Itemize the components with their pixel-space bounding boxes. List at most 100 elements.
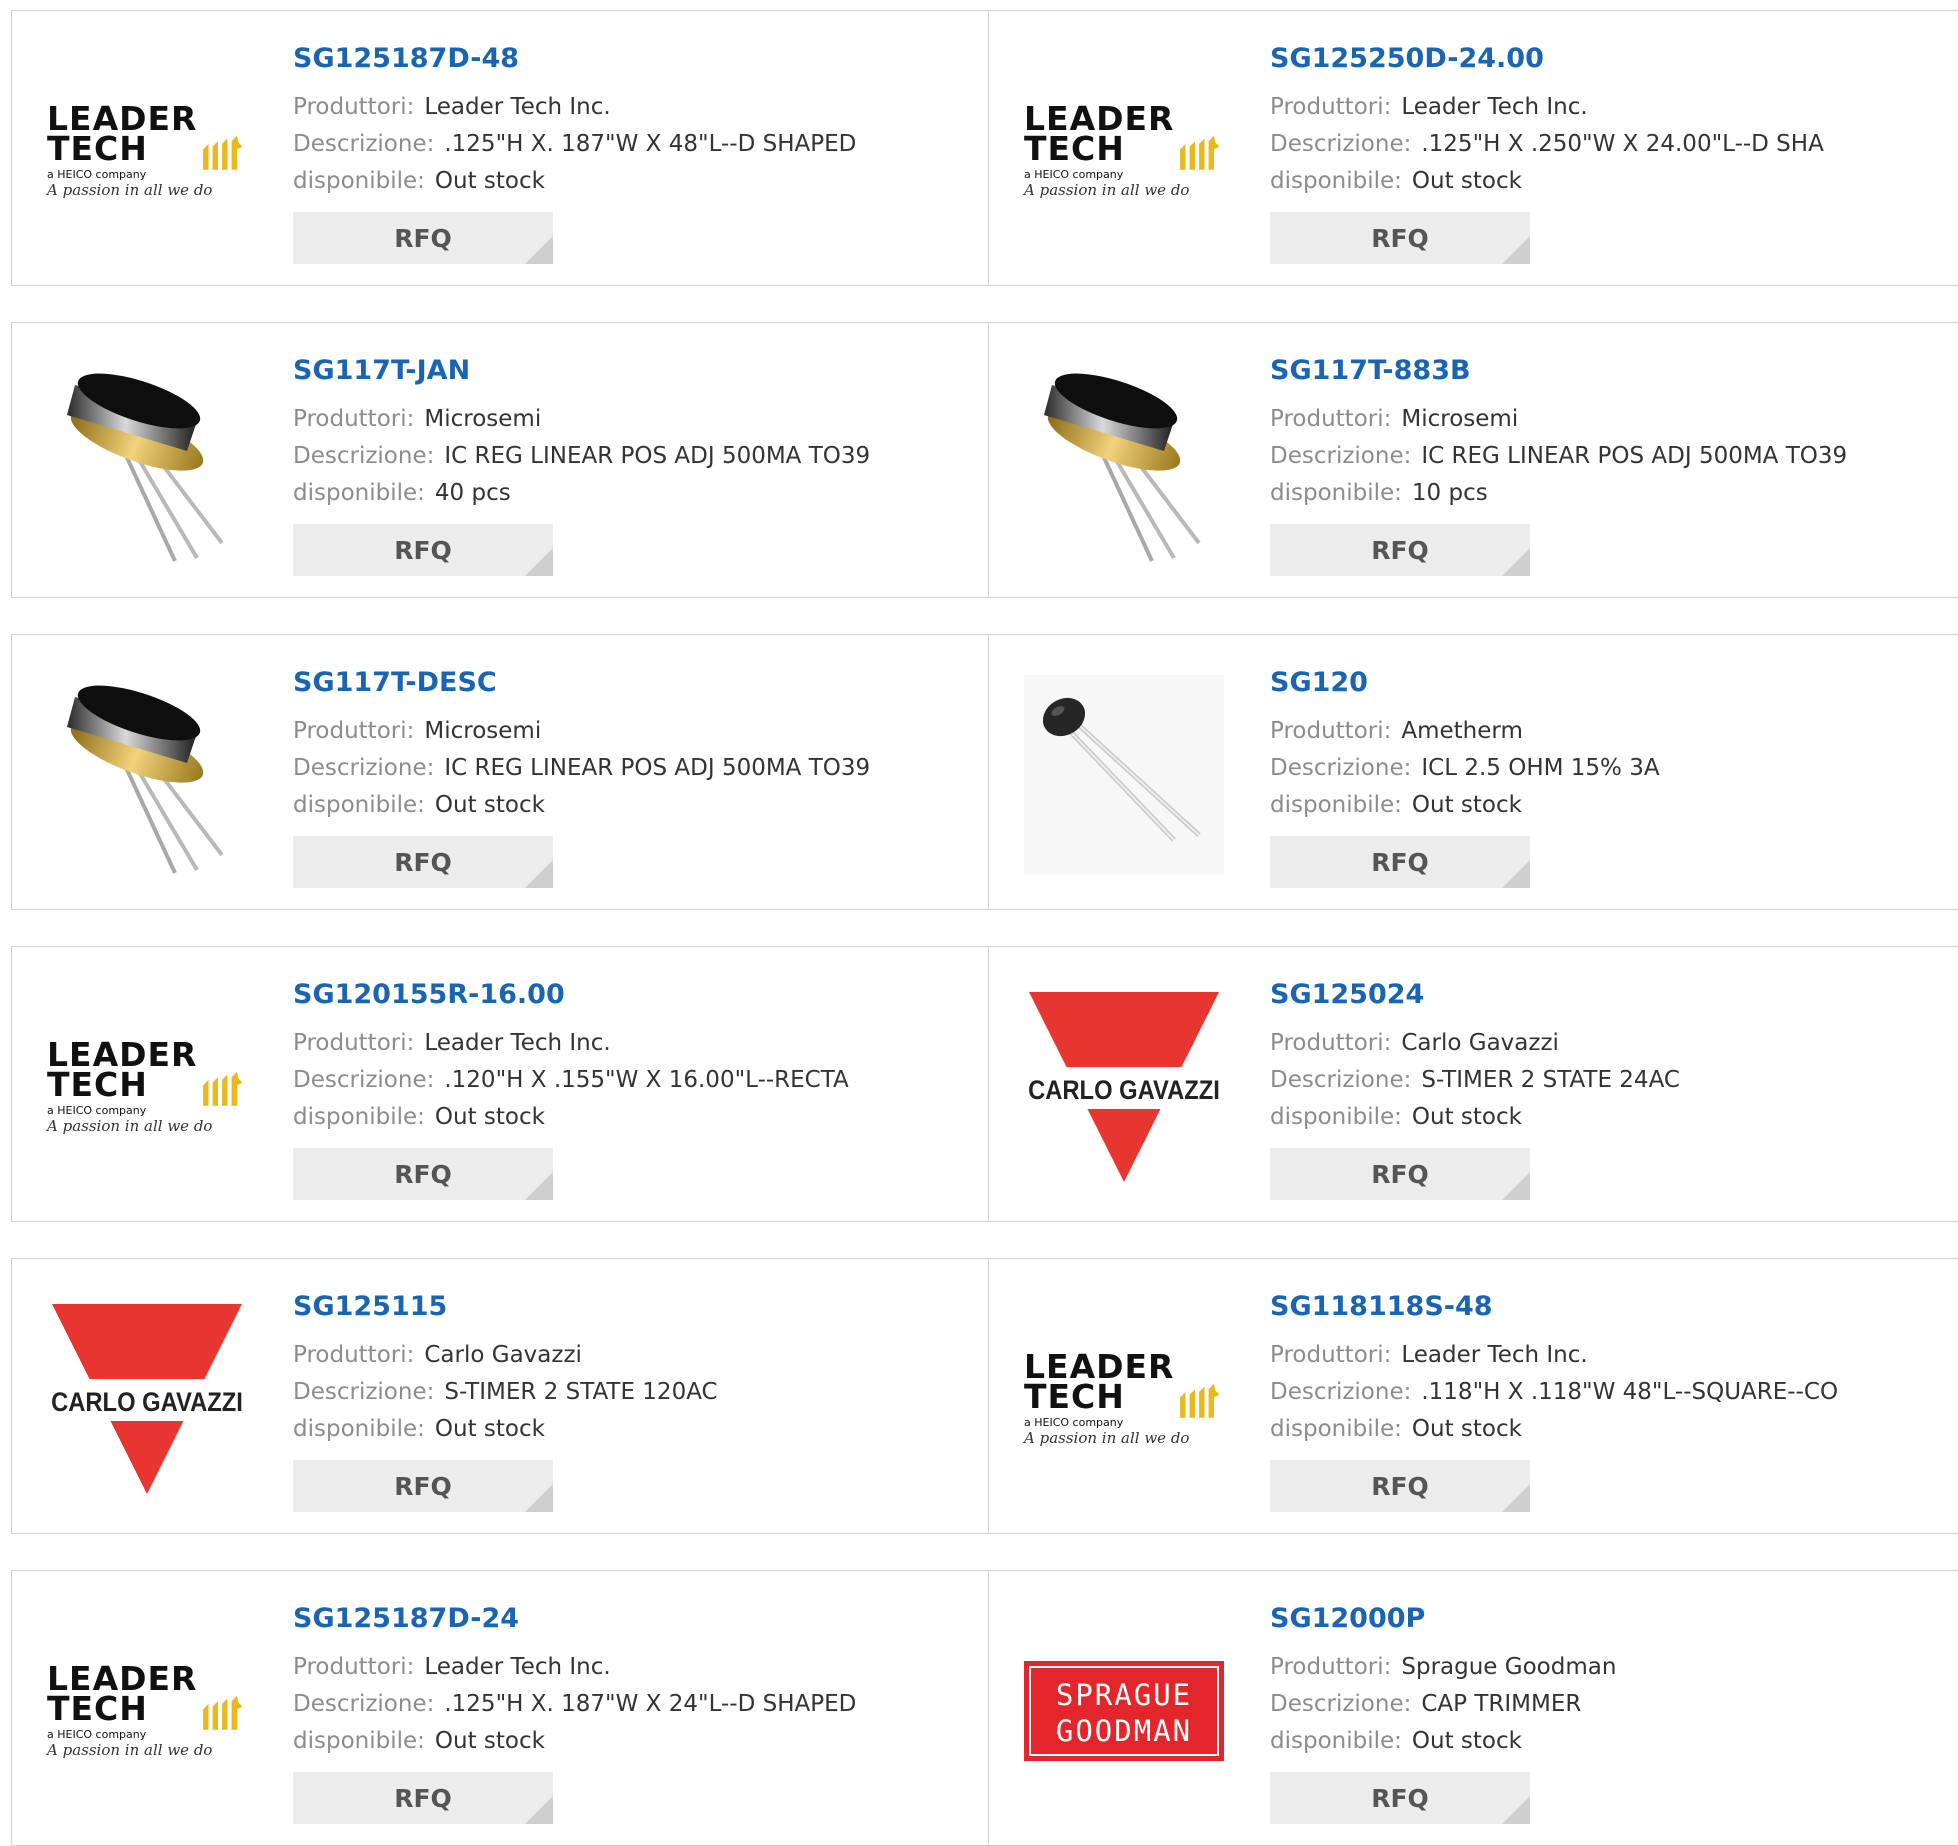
description-label: Descrizione: xyxy=(293,1379,435,1405)
manufacturer-label: Produttori: xyxy=(293,718,415,744)
product-part-number-link[interactable]: SG125115 xyxy=(293,1289,718,1325)
description-row: Descrizione: IC REG LINEAR POS ADJ 500MA … xyxy=(293,438,870,475)
manufacturer-value: Carlo Gavazzi xyxy=(1401,1030,1559,1056)
availability-row: disponibile: Out stock xyxy=(293,787,870,824)
corner-triangle-icon xyxy=(1502,1484,1530,1512)
manufacturer-value: Ametherm xyxy=(1401,718,1523,744)
corner-triangle-icon xyxy=(525,1484,553,1512)
product-row: LEADER TECH a HEICO company A passion in al… xyxy=(11,10,1958,286)
description-row: Descrizione: CAP TRIMMER xyxy=(1270,1686,1616,1723)
product-part-number-link[interactable]: SG125187D-24 xyxy=(293,1601,856,1637)
description-label: Descrizione: xyxy=(1270,1067,1412,1093)
availability-value: Out stock xyxy=(434,1416,545,1442)
availability-value: Out stock xyxy=(434,1728,545,1754)
availability-row: disponibile: Out stock xyxy=(1270,1723,1616,1760)
leader-tech-logo: LEADER TECH a HEICO company A passion in al… xyxy=(47,102,247,199)
availability-value: Out stock xyxy=(434,1104,545,1130)
to39-package-image xyxy=(67,373,224,562)
product-card: LEADER TECH a HEICO company A passion in al… xyxy=(988,1259,1958,1533)
product-image[interactable] xyxy=(1024,363,1224,563)
description-row: Descrizione: ICL 2.5 OHM 15% 3A xyxy=(1270,750,1660,787)
description-row: Descrizione: IC REG LINEAR POS ADJ 500MA … xyxy=(293,750,870,787)
svg-text:SPRAGUE: SPRAGUE xyxy=(1056,1678,1192,1712)
manufacturer-value: Leader Tech Inc. xyxy=(424,1654,611,1680)
product-part-number-link[interactable]: SG120 xyxy=(1270,665,1660,701)
availability-value: Out stock xyxy=(1411,1728,1522,1754)
rfq-button[interactable]: RFQ xyxy=(293,1460,553,1512)
availability-row: disponibile: Out stock xyxy=(1270,787,1660,824)
description-row: Descrizione: .125"H X .250"W X 24.00"L--D… xyxy=(1270,126,1824,163)
product-image[interactable] xyxy=(1024,675,1224,875)
product-image[interactable]: LEADER TECH a HEICO company A passion in al… xyxy=(1024,1299,1224,1499)
manufacturer-row: Produttori: Microsemi xyxy=(293,401,870,438)
rfq-button[interactable]: RFQ xyxy=(293,1148,553,1200)
rfq-button[interactable]: RFQ xyxy=(293,836,553,888)
manufacturer-row: Produttori: Leader Tech Inc. xyxy=(293,1649,856,1686)
product-row: LEADER TECH a HEICO company A passion in al… xyxy=(11,946,1958,1222)
product-image[interactable]: LEADER TECH a HEICO company A passion in al… xyxy=(47,987,247,1187)
manufacturer-label: Produttori: xyxy=(1270,94,1392,120)
manufacturer-row: Produttori: Carlo Gavazzi xyxy=(293,1337,718,1374)
rfq-button-label: RFQ xyxy=(394,847,452,877)
manufacturer-row: Produttori: Leader Tech Inc. xyxy=(293,89,856,126)
product-card: SG120 Produttori: Ametherm Descrizione: ICL … xyxy=(988,635,1958,909)
description-value: ICL 2.5 OHM 15% 3A xyxy=(1421,755,1660,781)
manufacturer-label: Produttori: xyxy=(293,1030,415,1056)
description-value: .125"H X .250"W X 24.00"L--D SHA xyxy=(1421,131,1824,157)
rfq-button[interactable]: RFQ xyxy=(1270,1772,1530,1824)
product-part-number-link[interactable]: SG12000P xyxy=(1270,1601,1616,1637)
product-card: SG117T-883B Produttori: Microsemi Descrizio… xyxy=(988,323,1958,597)
rfq-button[interactable]: RFQ xyxy=(1270,1148,1530,1200)
availability-label: disponibile: xyxy=(1270,1416,1402,1442)
rfq-button[interactable]: RFQ xyxy=(293,1772,553,1824)
product-image[interactable] xyxy=(47,363,247,563)
corner-triangle-icon xyxy=(525,860,553,888)
carlo-gavazzi-logo: CARLO GAVAZZI xyxy=(47,1304,247,1494)
description-label: Descrizione: xyxy=(1270,131,1412,157)
description-row: Descrizione: .125"H X. 187"W X 48"L--D SH… xyxy=(293,126,856,163)
rfq-button[interactable]: RFQ xyxy=(1270,524,1530,576)
availability-row: disponibile: 10 pcs xyxy=(1270,475,1847,512)
product-part-number-link[interactable]: SG117T-JAN xyxy=(293,353,870,389)
product-info: SG117T-JAN Produttori: Microsemi Descrizion… xyxy=(293,353,870,512)
manufacturer-value: Leader Tech Inc. xyxy=(1401,1342,1588,1368)
manufacturer-label: Produttori: xyxy=(1270,406,1392,432)
product-part-number-link[interactable]: SG120155R-16.00 xyxy=(293,977,849,1013)
rfq-button[interactable]: RFQ xyxy=(293,212,553,264)
product-card: SPRAGUE GOODMAN SG12000P Produttori: Sprague… xyxy=(988,1571,1958,1845)
manufacturer-label: Produttori: xyxy=(293,94,415,120)
product-image[interactable]: LEADER TECH a HEICO company A passion in al… xyxy=(47,1611,247,1811)
description-value: .118"H X .118"W 48"L--SQUARE--CO xyxy=(1421,1379,1839,1405)
product-part-number-link[interactable]: SG118118S-48 xyxy=(1270,1289,1838,1325)
product-part-number-link[interactable]: SG125024 xyxy=(1270,977,1680,1013)
product-info: SG125250D-24.00 Produttori: Leader Tech In… xyxy=(1270,41,1824,200)
corner-triangle-icon xyxy=(525,1172,553,1200)
manufacturer-label: Produttori: xyxy=(1270,1342,1392,1368)
product-image[interactable]: SPRAGUE GOODMAN xyxy=(1024,1611,1224,1811)
product-image[interactable] xyxy=(47,675,247,875)
product-card: SG117T-JAN Produttori: Microsemi Descrizion… xyxy=(11,323,988,597)
manufacturer-label: Produttori: xyxy=(1270,1030,1392,1056)
product-part-number-link[interactable]: SG125250D-24.00 xyxy=(1270,41,1824,77)
rfq-button[interactable]: RFQ xyxy=(293,524,553,576)
manufacturer-row: Produttori: Carlo Gavazzi xyxy=(1270,1025,1680,1062)
manufacturer-value: Sprague Goodman xyxy=(1401,1654,1617,1680)
product-part-number-link[interactable]: SG117T-DESC xyxy=(293,665,870,701)
availability-label: disponibile: xyxy=(1270,1104,1402,1130)
svg-text:GOODMAN: GOODMAN xyxy=(1056,1714,1192,1748)
product-row: SG117T-JAN Produttori: Microsemi Descrizion… xyxy=(11,322,1958,598)
rfq-button[interactable]: RFQ xyxy=(1270,212,1530,264)
description-value: IC REG LINEAR POS ADJ 500MA TO39 xyxy=(444,755,871,781)
product-image[interactable]: CARLO GAVAZZI xyxy=(47,1299,247,1499)
manufacturer-value: Microsemi xyxy=(424,718,542,744)
rfq-button[interactable]: RFQ xyxy=(1270,836,1530,888)
product-image[interactable]: CARLO GAVAZZI xyxy=(1024,987,1224,1187)
product-image[interactable]: LEADER TECH a HEICO company A passion in al… xyxy=(47,51,247,251)
availability-row: disponibile: Out stock xyxy=(293,163,856,200)
description-value: .125"H X. 187"W X 24"L--D SHAPED xyxy=(444,1691,857,1717)
product-part-number-link[interactable]: SG125187D-48 xyxy=(293,41,856,77)
availability-label: disponibile: xyxy=(1270,792,1402,818)
rfq-button[interactable]: RFQ xyxy=(1270,1460,1530,1512)
product-image[interactable]: LEADER TECH a HEICO company A passion in al… xyxy=(1024,51,1224,251)
product-part-number-link[interactable]: SG117T-883B xyxy=(1270,353,1847,389)
